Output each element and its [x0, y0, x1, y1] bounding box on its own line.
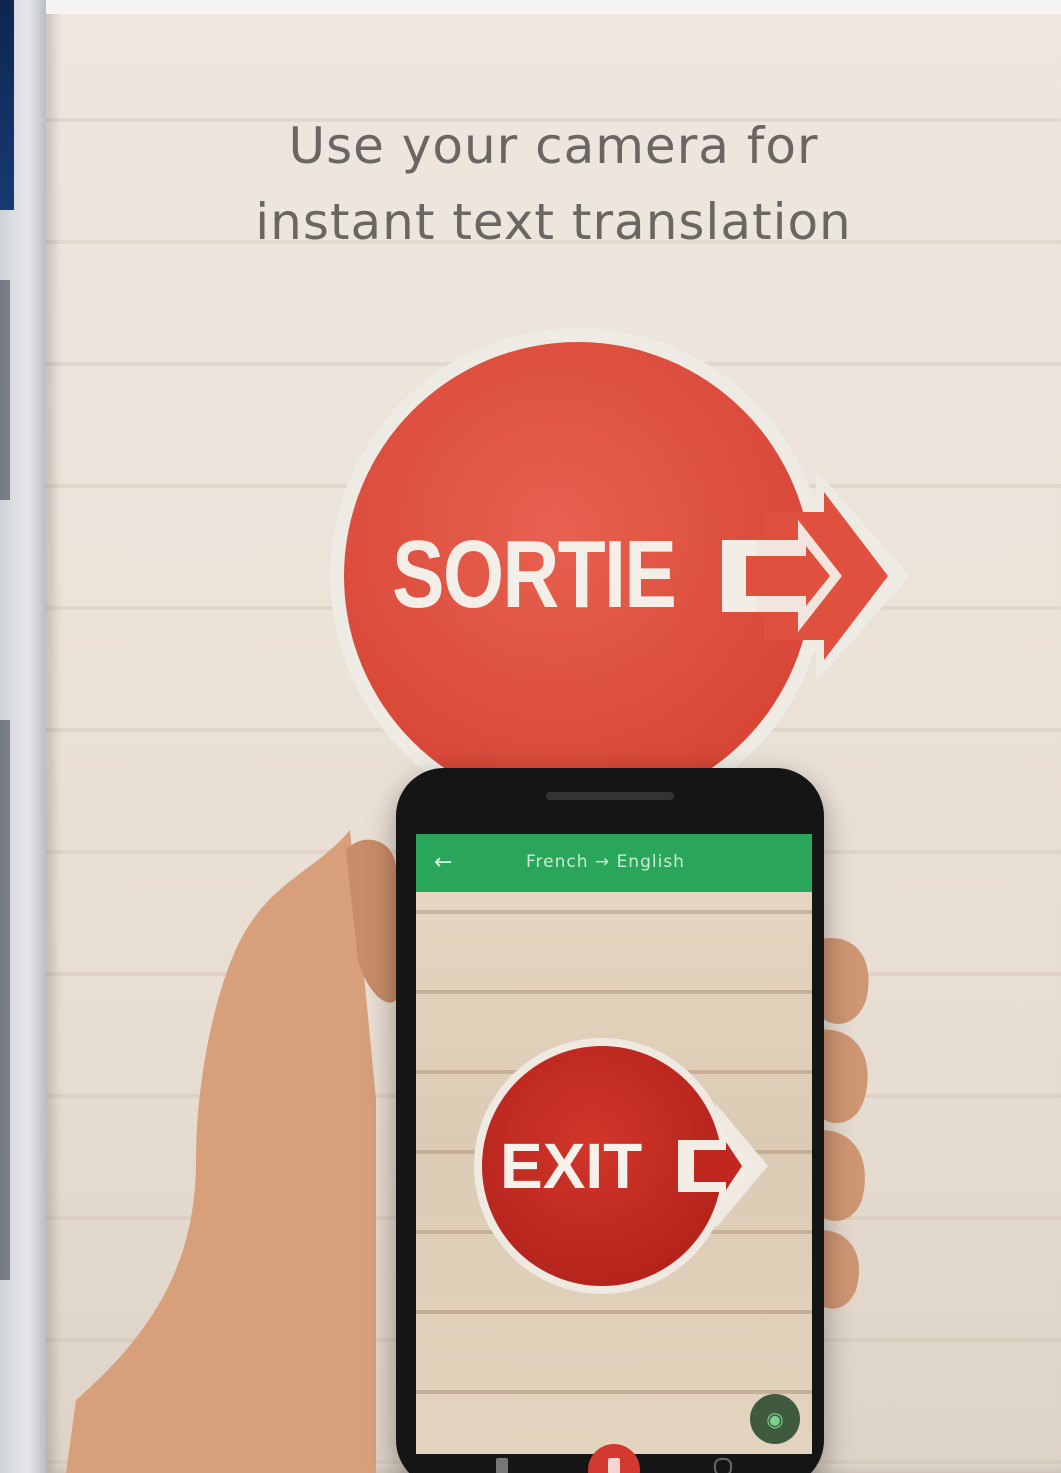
promo-screenshot: Use your camera for instant text transla… — [46, 0, 1061, 1473]
adjacent-panel-edge — [0, 0, 14, 210]
image-icon[interactable] — [496, 1458, 508, 1473]
camera-button[interactable] — [588, 1444, 640, 1473]
bottom-nav — [396, 1442, 824, 1473]
translated-sign-text: EXIT — [500, 1130, 643, 1202]
camera-icon — [608, 1458, 620, 1473]
adjacent-panel-divider — [0, 280, 10, 500]
settings-icon[interactable] — [714, 1458, 732, 1473]
camera-icon[interactable]: ◉ — [750, 1394, 800, 1444]
adjacent-panel-divider — [0, 720, 10, 1280]
phone-screen: ← French → English EXIT ◉ — [416, 834, 812, 1454]
background-left-strip — [0, 0, 46, 1473]
phone-speaker — [546, 792, 674, 800]
phone: ← French → English EXIT ◉ — [396, 768, 824, 1473]
wall-sign-text: SORTIE — [392, 521, 677, 628]
